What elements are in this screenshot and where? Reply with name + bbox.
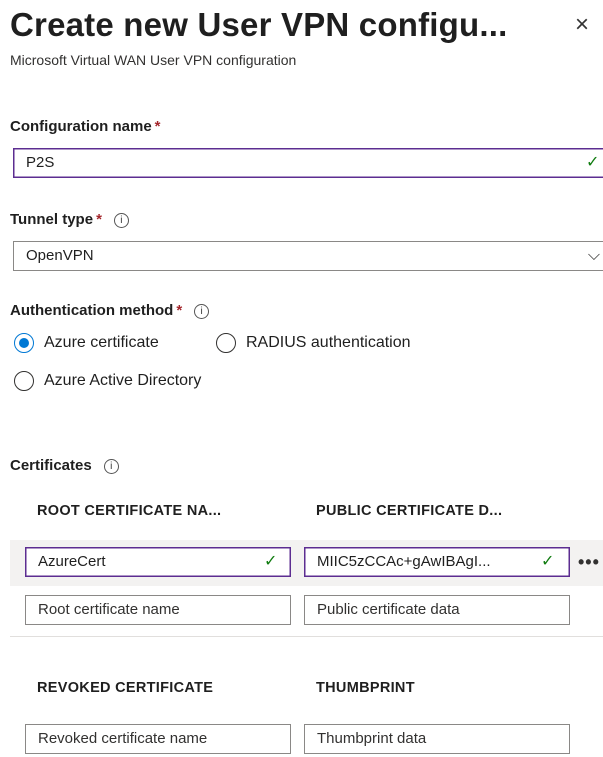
radio-selected-icon[interactable]: [14, 333, 34, 353]
check-icon: ✓: [586, 154, 600, 171]
config-name-value: P2S: [26, 154, 55, 171]
radio-azure-certificate[interactable]: Azure certificate: [14, 333, 159, 353]
required-mark: *: [96, 211, 102, 228]
public-cert-data-empty-input[interactable]: Public certificate data: [304, 595, 570, 625]
column-header-root-certificate-name: ROOT CERTIFICATE NA...: [37, 503, 222, 519]
info-icon[interactable]: i: [103, 459, 119, 474]
public-cert-data-placeholder: Public certificate data: [317, 601, 460, 618]
tunnel-type-label-text: Tunnel type: [10, 211, 94, 228]
close-icon[interactable]: ×: [575, 10, 589, 40]
check-icon: ✓: [541, 553, 555, 570]
revoked-cert-name-placeholder: Revoked certificate name: [38, 730, 208, 747]
radio-radius-authentication[interactable]: RADIUS authentication: [216, 333, 411, 353]
root-cert-name-input[interactable]: AzureCert ✓: [25, 547, 291, 577]
chevron-down-icon: ⌵: [587, 247, 600, 264]
certificates-label: Certificates i: [10, 457, 119, 474]
tunnel-type-label: Tunnel type * i: [10, 211, 129, 228]
radio-label: RADIUS authentication: [246, 334, 411, 352]
auth-method-label-text: Authentication method: [10, 302, 174, 319]
config-name-input[interactable]: P2S ✓: [13, 148, 603, 178]
panel-subtitle: Microsoft Virtual WAN User VPN configura…: [10, 52, 297, 68]
column-header-public-certificate-data: PUBLIC CERTIFICATE D...: [316, 503, 503, 519]
required-mark: *: [176, 302, 183, 319]
certificates-label-text: Certificates: [10, 457, 92, 474]
root-cert-name-empty-input[interactable]: Root certificate name: [25, 595, 291, 625]
row-divider: [10, 636, 603, 637]
more-options-icon[interactable]: •••: [578, 552, 600, 573]
radio-label: Azure Active Directory: [44, 372, 202, 390]
tunnel-type-value: OpenVPN: [26, 247, 94, 264]
radio-unselected-icon[interactable]: [14, 371, 34, 391]
required-mark: *: [154, 118, 161, 135]
revoked-cert-name-input[interactable]: Revoked certificate name: [25, 724, 291, 754]
radio-azure-active-directory[interactable]: Azure Active Directory: [14, 371, 201, 391]
auth-method-label: Authentication method * i: [10, 302, 210, 319]
radio-label: Azure certificate: [44, 334, 159, 352]
column-header-revoked-certificate: REVOKED CERTIFICATE: [37, 680, 214, 696]
radio-unselected-icon[interactable]: [216, 333, 236, 353]
panel-title: Create new User VPN configu...: [10, 6, 508, 43]
thumbprint-placeholder: Thumbprint data: [317, 730, 427, 747]
public-cert-data-value: MIIC5zCCAc+gAwIBAgI...: [317, 553, 491, 570]
root-cert-name-value: AzureCert: [38, 553, 106, 570]
info-icon[interactable]: i: [113, 213, 129, 228]
tunnel-type-dropdown[interactable]: OpenVPN ⌵: [13, 241, 603, 271]
info-icon[interactable]: i: [194, 304, 210, 319]
config-name-label-text: Configuration name: [10, 118, 152, 135]
root-cert-name-placeholder: Root certificate name: [38, 601, 180, 618]
public-cert-data-input[interactable]: MIIC5zCCAc+gAwIBAgI... ✓: [304, 547, 570, 577]
config-name-label: Configuration name *: [10, 118, 161, 135]
check-icon: ✓: [264, 553, 278, 570]
thumbprint-input[interactable]: Thumbprint data: [304, 724, 570, 754]
column-header-thumbprint: THUMBPRINT: [316, 680, 415, 696]
